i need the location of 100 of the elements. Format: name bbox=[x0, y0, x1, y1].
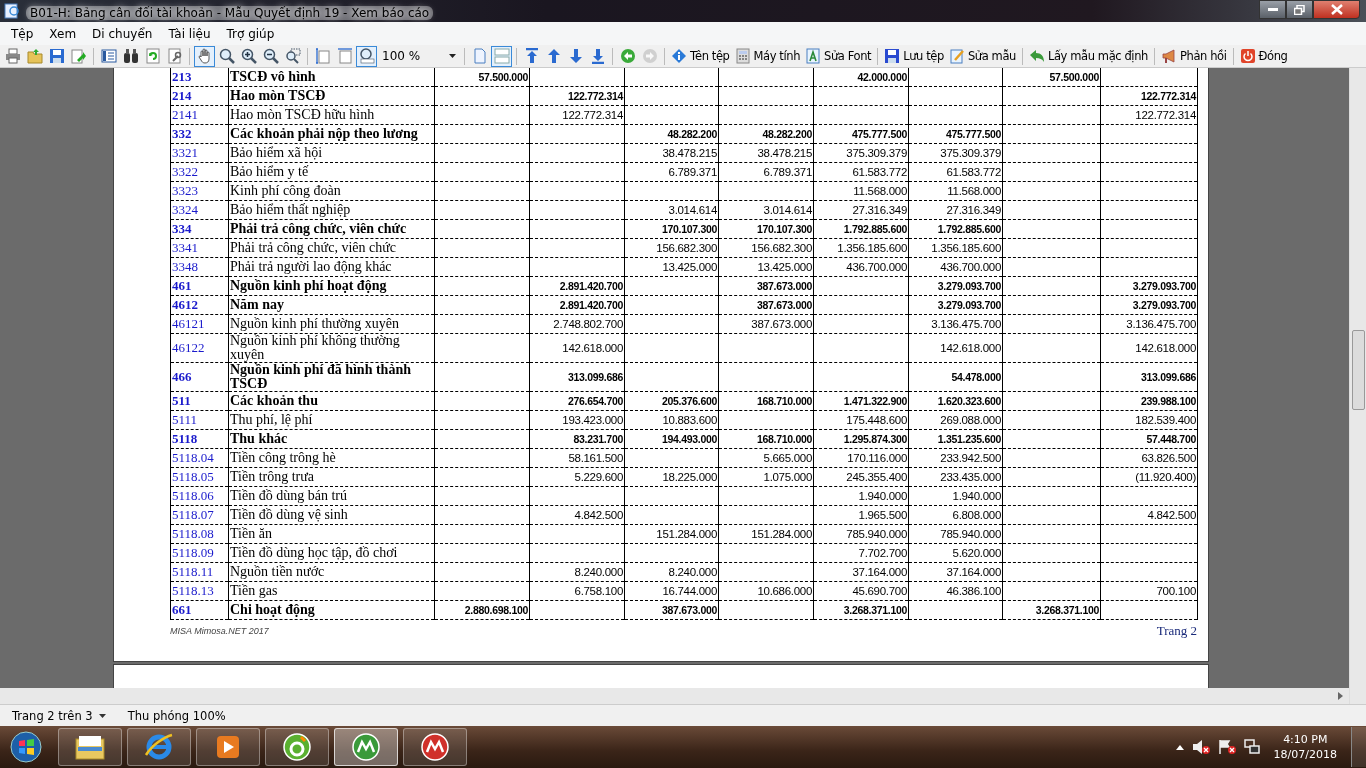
taskbar-button[interactable] bbox=[58, 728, 122, 766]
amount-cell: 2.880.698.100 bbox=[434, 600, 530, 620]
account-code: 46121 bbox=[170, 314, 229, 334]
toolbar-button[interactable]: Máy tính bbox=[732, 47, 803, 65]
amount-cell: 61.583.772 bbox=[908, 162, 1003, 182]
amount-cell: 10.883.600 bbox=[624, 410, 719, 430]
taskbar-button[interactable] bbox=[334, 728, 398, 766]
amount-cell: 6.789.371 bbox=[718, 162, 814, 182]
clock[interactable]: 4:10 PM 18/07/2018 bbox=[1267, 732, 1343, 762]
amount-cell: 193.423.000 bbox=[529, 410, 625, 430]
amount-cell: 3.279.093.700 bbox=[1100, 276, 1198, 296]
amount-cell: 233.942.500 bbox=[908, 448, 1003, 468]
account-name: Tiền đồ dùng học tập, đồ chơi bbox=[228, 543, 435, 563]
toolbar-button[interactable]: Lưu tệp bbox=[882, 47, 946, 65]
m-logo-icon bbox=[350, 731, 382, 763]
account-code: 3323 bbox=[170, 181, 229, 201]
menu-item[interactable]: Di chuyển bbox=[85, 24, 160, 43]
toolbar-button[interactable]: Sửa mẫu bbox=[946, 47, 1018, 65]
taskbar-button[interactable] bbox=[127, 728, 191, 766]
amount-cell: 3.136.475.700 bbox=[908, 314, 1003, 334]
amount-cell: 168.710.000 bbox=[718, 391, 814, 411]
page-dropdown[interactable]: Trang 2 trên 3 bbox=[8, 708, 110, 723]
calculator-icon bbox=[734, 48, 751, 64]
toolbar-button[interactable]: Phản hồi bbox=[1158, 47, 1229, 65]
amount-cell: 6.789.371 bbox=[624, 162, 719, 182]
account-code: 5118.11 bbox=[170, 562, 229, 582]
account-name: Các khoản thu bbox=[228, 391, 435, 411]
amount-cell: 170.107.300 bbox=[624, 219, 719, 239]
amount-cell: 13.425.000 bbox=[718, 257, 814, 277]
menu-item[interactable]: Trợ giúp bbox=[219, 24, 282, 43]
account-name: Phải trả công chức, viên chức bbox=[228, 219, 435, 239]
amount-cell: 1.620.323.600 bbox=[908, 391, 1003, 411]
actual-size-icon bbox=[358, 48, 375, 64]
menu-item[interactable]: Xem bbox=[42, 24, 84, 43]
toolbar-button[interactable] bbox=[356, 45, 377, 67]
save-icon bbox=[884, 48, 901, 64]
taskbar-button[interactable] bbox=[403, 728, 467, 766]
amount-cell: 37.164.000 bbox=[813, 562, 909, 582]
amount-cell: 1.792.885.600 bbox=[813, 219, 909, 239]
zoom-dropdown[interactable]: 100 % bbox=[378, 47, 460, 65]
amount-cell: 5.229.600 bbox=[529, 467, 625, 487]
network-icon[interactable] bbox=[1243, 739, 1260, 755]
account-name: Bảo hiểm y tế bbox=[228, 162, 435, 182]
amount-cell: 142.618.000 bbox=[529, 333, 625, 363]
toolbar-button[interactable]: Lấy mẫu mặc định bbox=[1026, 47, 1150, 65]
restore-button[interactable] bbox=[1286, 0, 1313, 19]
minimize-button[interactable] bbox=[1259, 0, 1286, 19]
windows-logo-icon bbox=[10, 731, 42, 763]
close-button[interactable] bbox=[1313, 0, 1360, 19]
flag-alert-icon[interactable] bbox=[1217, 739, 1236, 755]
menu-item[interactable]: Tài liệu bbox=[161, 24, 218, 43]
taskbar-button[interactable] bbox=[265, 728, 329, 766]
amount-cell: 239.988.100 bbox=[1100, 391, 1198, 411]
two-page-icon bbox=[493, 48, 510, 64]
right-arrow-icon[interactable] bbox=[1338, 692, 1343, 700]
account-code: 332 bbox=[170, 124, 229, 144]
page-wrench-icon bbox=[166, 48, 183, 64]
amount-cell: 1.075.000 bbox=[718, 467, 814, 487]
amount-cell: 57.500.000 bbox=[1002, 68, 1101, 87]
account-code: 661 bbox=[170, 600, 229, 620]
toolbar-button[interactable]: Sửa Font bbox=[803, 47, 874, 65]
show-desktop-button[interactable] bbox=[1351, 727, 1366, 767]
first-page-icon bbox=[523, 48, 540, 64]
amount-cell: 1.351.235.600 bbox=[908, 429, 1003, 449]
account-code: 466 bbox=[170, 362, 229, 392]
account-name: Nguồn kinh phí không thường xuyên bbox=[228, 333, 435, 363]
account-name: Thu phí, lệ phí bbox=[228, 410, 435, 430]
vertical-scrollbar[interactable] bbox=[1349, 68, 1366, 704]
amount-cell: 3.014.614 bbox=[624, 200, 719, 220]
amount-cell: 57.500.000 bbox=[434, 68, 530, 87]
account-name: Hao mòn TSCĐ hữu hình bbox=[228, 105, 435, 125]
account-code: 5118.13 bbox=[170, 581, 229, 601]
account-code: 3324 bbox=[170, 200, 229, 220]
last-page-icon bbox=[589, 48, 606, 64]
account-name: Tiền ăn bbox=[228, 524, 435, 544]
menu-item[interactable]: Tệp bbox=[4, 24, 41, 43]
amount-cell: 122.772.314 bbox=[529, 86, 625, 106]
circle-logo-icon bbox=[281, 731, 313, 763]
horizontal-scrollbar[interactable] bbox=[0, 688, 1349, 704]
account-name: Hao mòn TSCĐ bbox=[228, 86, 435, 106]
account-code: 4612 bbox=[170, 295, 229, 315]
show-hidden-icons-arrow[interactable] bbox=[1175, 744, 1184, 750]
amount-cell: 2.891.420.700 bbox=[529, 295, 625, 315]
amount-cell: 387.673.000 bbox=[718, 295, 814, 315]
account-code: 2141 bbox=[170, 105, 229, 125]
amount-cell: 156.682.300 bbox=[718, 238, 814, 258]
account-name: Thu khác bbox=[228, 429, 435, 449]
amount-cell: 3.268.371.100 bbox=[813, 600, 909, 620]
back-icon bbox=[619, 48, 636, 64]
account-code: 5118.07 bbox=[170, 505, 229, 525]
muted-speaker-icon[interactable] bbox=[1191, 739, 1210, 755]
taskbar-button[interactable] bbox=[196, 728, 260, 766]
account-name: Các khoản phải nộp theo lương bbox=[228, 124, 435, 144]
account-code: 46122 bbox=[170, 333, 229, 363]
toolbar-button[interactable]: Tên tệp bbox=[669, 47, 732, 65]
amount-cell: 122.772.314 bbox=[1100, 86, 1198, 106]
amount-cell: 1.471.322.900 bbox=[813, 391, 909, 411]
amount-cell: 11.568.000 bbox=[813, 181, 909, 201]
scrollbar-thumb[interactable] bbox=[1352, 330, 1365, 410]
toolbar-button[interactable]: Đóng bbox=[1237, 47, 1290, 65]
